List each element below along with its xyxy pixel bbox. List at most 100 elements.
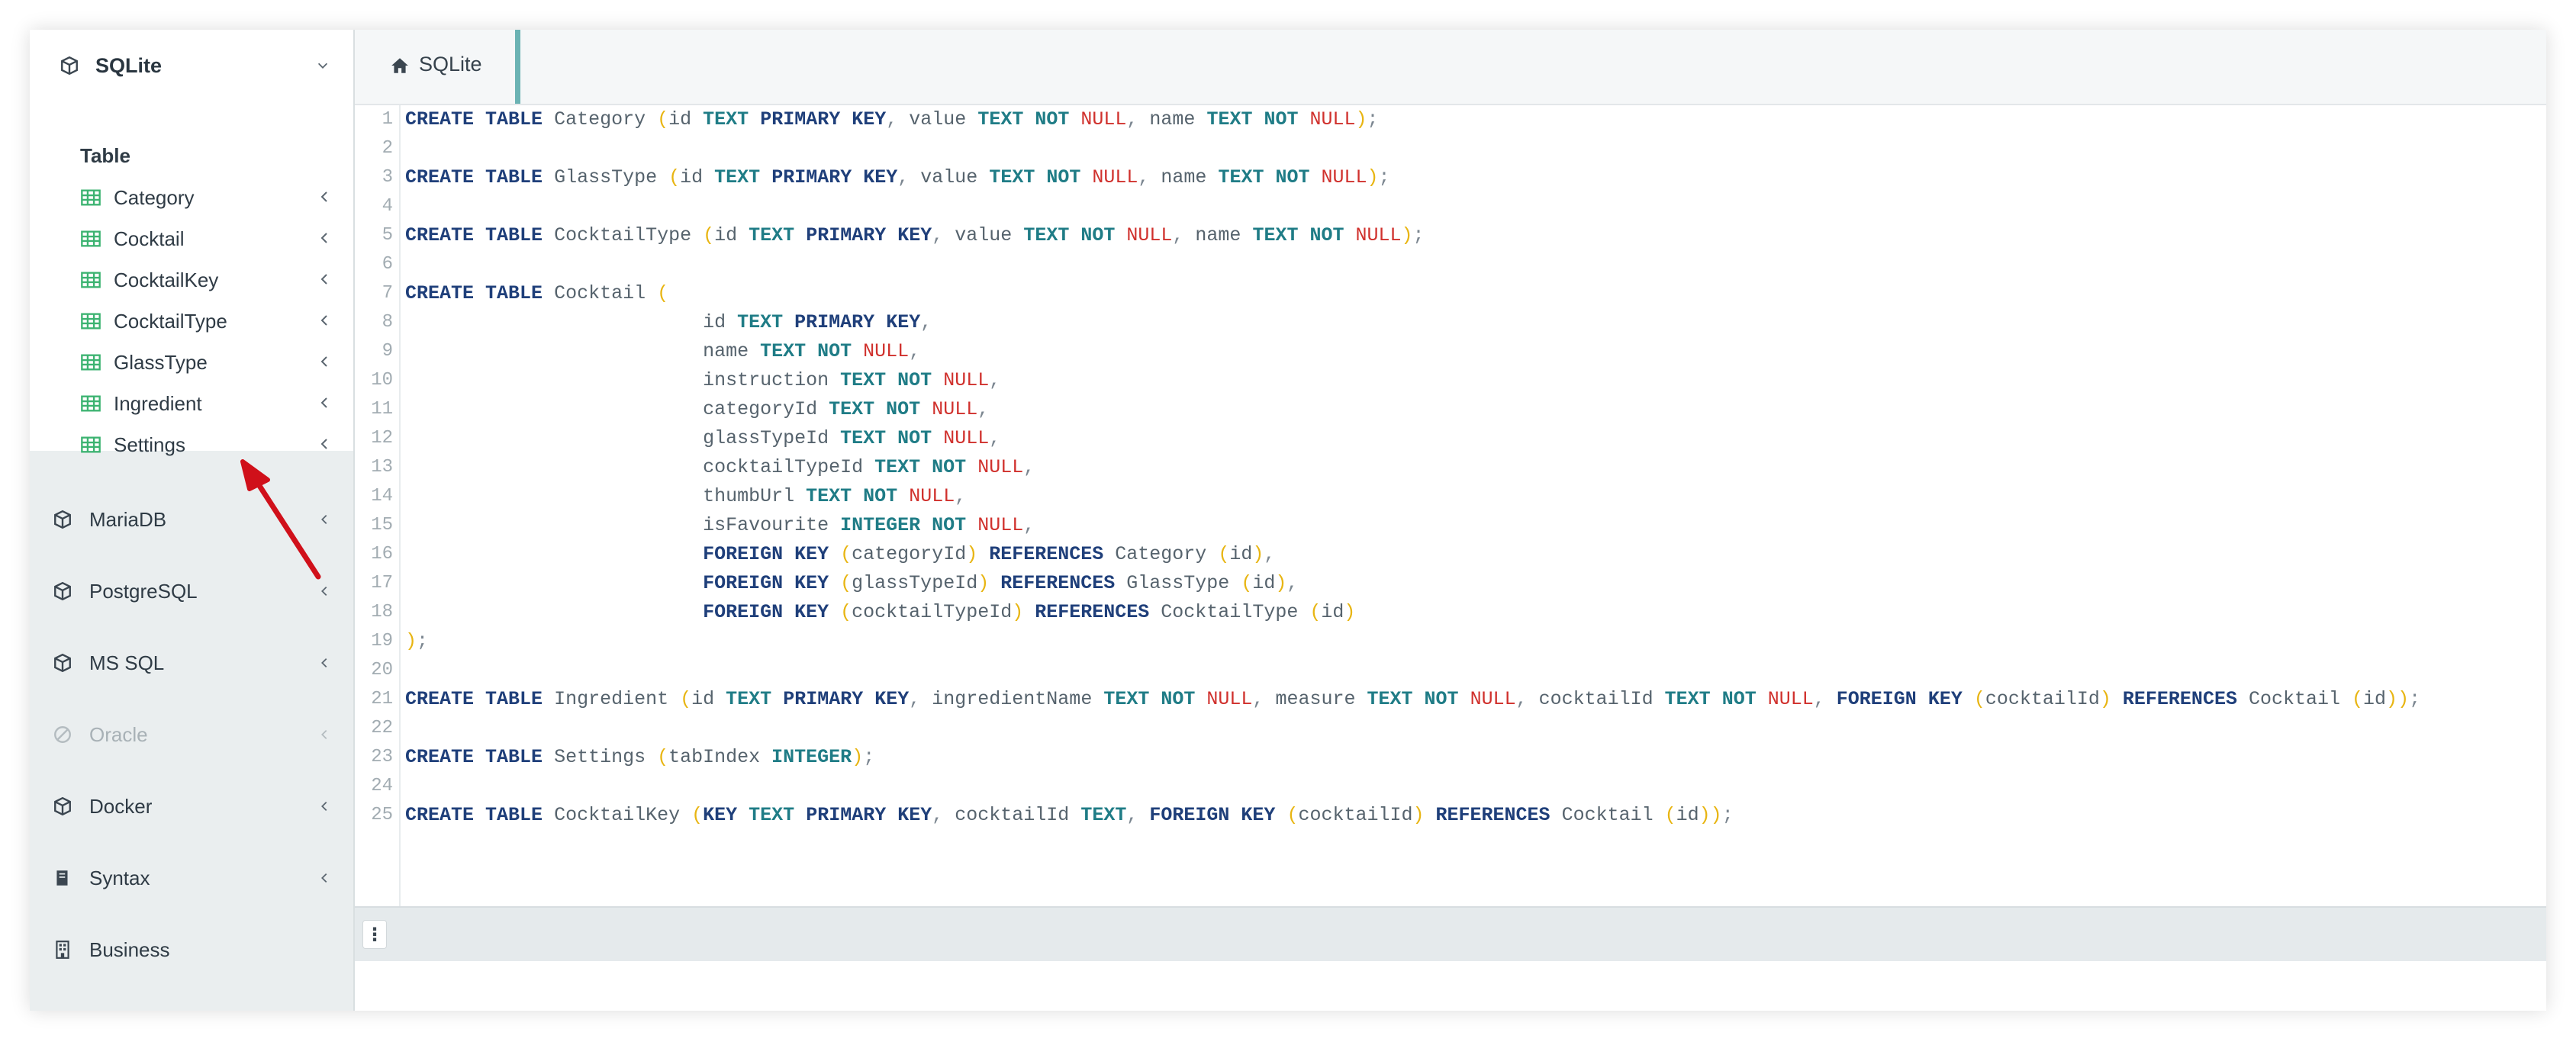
line-number: 13 (371, 457, 393, 478)
chevron-left-icon (315, 510, 333, 529)
code-text: cocktailTypeId TEXT NOT NULL, (703, 456, 1035, 478)
line-number: 7 (382, 283, 393, 304)
building-icon (51, 938, 74, 961)
code-text: CREATE TABLE Category (id TEXT PRIMARY K… (405, 108, 1379, 130)
sidebar-item-business[interactable]: Business (30, 914, 353, 986)
line-number: 12 (371, 428, 393, 449)
code-line: 6 (355, 250, 2546, 279)
sidebar-item-mariadb[interactable]: MariaDB (30, 484, 353, 555)
table-label: Settings (114, 433, 185, 456)
chevron-down-icon (314, 56, 332, 75)
code-text: isFavourite INTEGER NOT NULL, (703, 514, 1035, 536)
tab-bar: SQLite (355, 30, 2546, 105)
table-label: Cocktail (114, 227, 185, 250)
table-label: CocktailType (114, 310, 227, 333)
sqlite-panel: SQLite Table Category Cocktail CocktailKey… (30, 30, 353, 456)
chevron-left-icon (315, 654, 333, 672)
chevron-left-icon (317, 395, 332, 410)
results-pane (355, 961, 2546, 1011)
sidebar-item-label: SQLite (95, 53, 163, 77)
table-icon (80, 228, 101, 249)
sidebar-item-label: Business (89, 937, 170, 961)
line-number: 14 (371, 486, 393, 507)
sidebar-item-syntax[interactable]: Syntax (30, 842, 353, 914)
chevron-left-icon (315, 582, 333, 600)
code-text: FOREIGN KEY (categoryId) REFERENCES Cate… (703, 543, 1276, 565)
chevron-left-icon (315, 869, 333, 887)
line-number: 6 (382, 254, 393, 275)
line-number: 22 (371, 718, 393, 738)
chevron-left-icon (317, 189, 332, 204)
sidebar-item-sqlite[interactable]: SQLite (30, 30, 353, 101)
cube-icon (51, 651, 74, 674)
code-line: 17 FOREIGN KEY (glassTypeId) REFERENCES … (355, 569, 2546, 598)
sidebar-item-label: MariaDB (89, 507, 167, 531)
table-icon (80, 187, 101, 208)
code-text: CREATE TABLE CocktailType (id TEXT PRIMA… (405, 224, 1425, 246)
book-icon (51, 867, 74, 889)
ban-icon (51, 723, 74, 746)
line-number: 8 (382, 312, 393, 333)
table-icon (80, 434, 101, 455)
chevron-left-icon (317, 313, 332, 328)
code-line: 9 name TEXT NOT NULL, (355, 337, 2546, 366)
line-number: 18 (371, 602, 393, 622)
sidebar-table-glasstype[interactable]: GlassType (30, 342, 353, 383)
sidebar: SQLite Table Category Cocktail CocktailKey… (30, 30, 355, 1011)
cube-icon (58, 54, 81, 77)
table-label: Category (114, 186, 195, 209)
code-line: 25 CREATE TABLE CocktailKey (KEY TEXT PRI… (355, 801, 2546, 830)
code-line: 20 (355, 656, 2546, 685)
line-number: 25 (371, 805, 393, 825)
code-line: 15 isFavourite INTEGER NOT NULL, (355, 511, 2546, 540)
sidebar-item-label: PostgreSQL (89, 579, 198, 603)
table-label: GlassType (114, 351, 208, 374)
code-line: 24 (355, 772, 2546, 801)
sidebar-item-label: Docker (89, 794, 153, 818)
sidebar-table-ingredient[interactable]: Ingredient (30, 383, 353, 424)
sidebar-table-cocktailtype[interactable]: CocktailType (30, 301, 353, 342)
code-line: 14 thumbUrl TEXT NOT NULL, (355, 482, 2546, 511)
table-icon (80, 310, 101, 332)
line-number: 16 (371, 544, 393, 564)
code-text: FOREIGN KEY (glassTypeId) REFERENCES Gla… (703, 572, 1299, 594)
tab-label: SQLite (419, 53, 482, 76)
more-options-button[interactable]: ⋮ (362, 920, 387, 949)
table-icon (80, 269, 101, 291)
line-number: 2 (382, 138, 393, 159)
code-text: name TEXT NOT NULL, (703, 340, 921, 362)
chevron-left-icon (317, 272, 332, 287)
table-section-title: Table (80, 144, 130, 167)
line-number: 23 (371, 747, 393, 767)
sidebar-item-docker[interactable]: Docker (30, 770, 353, 842)
line-number: 24 (371, 776, 393, 796)
code-text: CREATE TABLE CocktailKey (KEY TEXT PRIMA… (405, 804, 1734, 826)
sidebar-table-cocktailkey[interactable]: CocktailKey (30, 259, 353, 301)
code-text: instruction TEXT NOT NULL, (703, 369, 1001, 391)
chevron-left-icon (317, 230, 332, 246)
home-icon (390, 56, 410, 76)
sidebar-item-ms-sql[interactable]: MS SQL (30, 627, 353, 699)
editor-toolbar: ⋮ (355, 906, 2546, 961)
code-line: 10 instruction TEXT NOT NULL, (355, 366, 2546, 395)
sidebar-table-category[interactable]: Category (30, 177, 353, 218)
code-line: 8 id TEXT PRIMARY KEY, (355, 308, 2546, 337)
code-line: 2 (355, 134, 2546, 163)
code-text: CREATE TABLE GlassType (id TEXT PRIMARY … (405, 166, 1390, 188)
code-text: ); (405, 630, 429, 652)
tab-sqlite[interactable]: SQLite (355, 30, 520, 104)
sidebar-item-label: MS SQL (89, 651, 165, 674)
code-line: 7 CREATE TABLE Cocktail ( (355, 279, 2546, 308)
line-number: 20 (371, 660, 393, 680)
sidebar-table-settings[interactable]: Settings (30, 424, 353, 465)
table-label: Ingredient (114, 392, 202, 415)
code-line: 16 FOREIGN KEY (categoryId) REFERENCES C… (355, 540, 2546, 569)
sidebar-item-label: Syntax (89, 866, 150, 889)
code-line: 4 (355, 192, 2546, 221)
chevron-left-icon (315, 797, 333, 815)
line-number: 9 (382, 341, 393, 362)
sidebar-item-postgresql[interactable]: PostgreSQL (30, 555, 353, 627)
sidebar-table-cocktail[interactable]: Cocktail (30, 218, 353, 259)
code-line: 22 (355, 714, 2546, 743)
sql-editor[interactable]: 1 CREATE TABLE Category (id TEXT PRIMARY … (355, 105, 2546, 906)
